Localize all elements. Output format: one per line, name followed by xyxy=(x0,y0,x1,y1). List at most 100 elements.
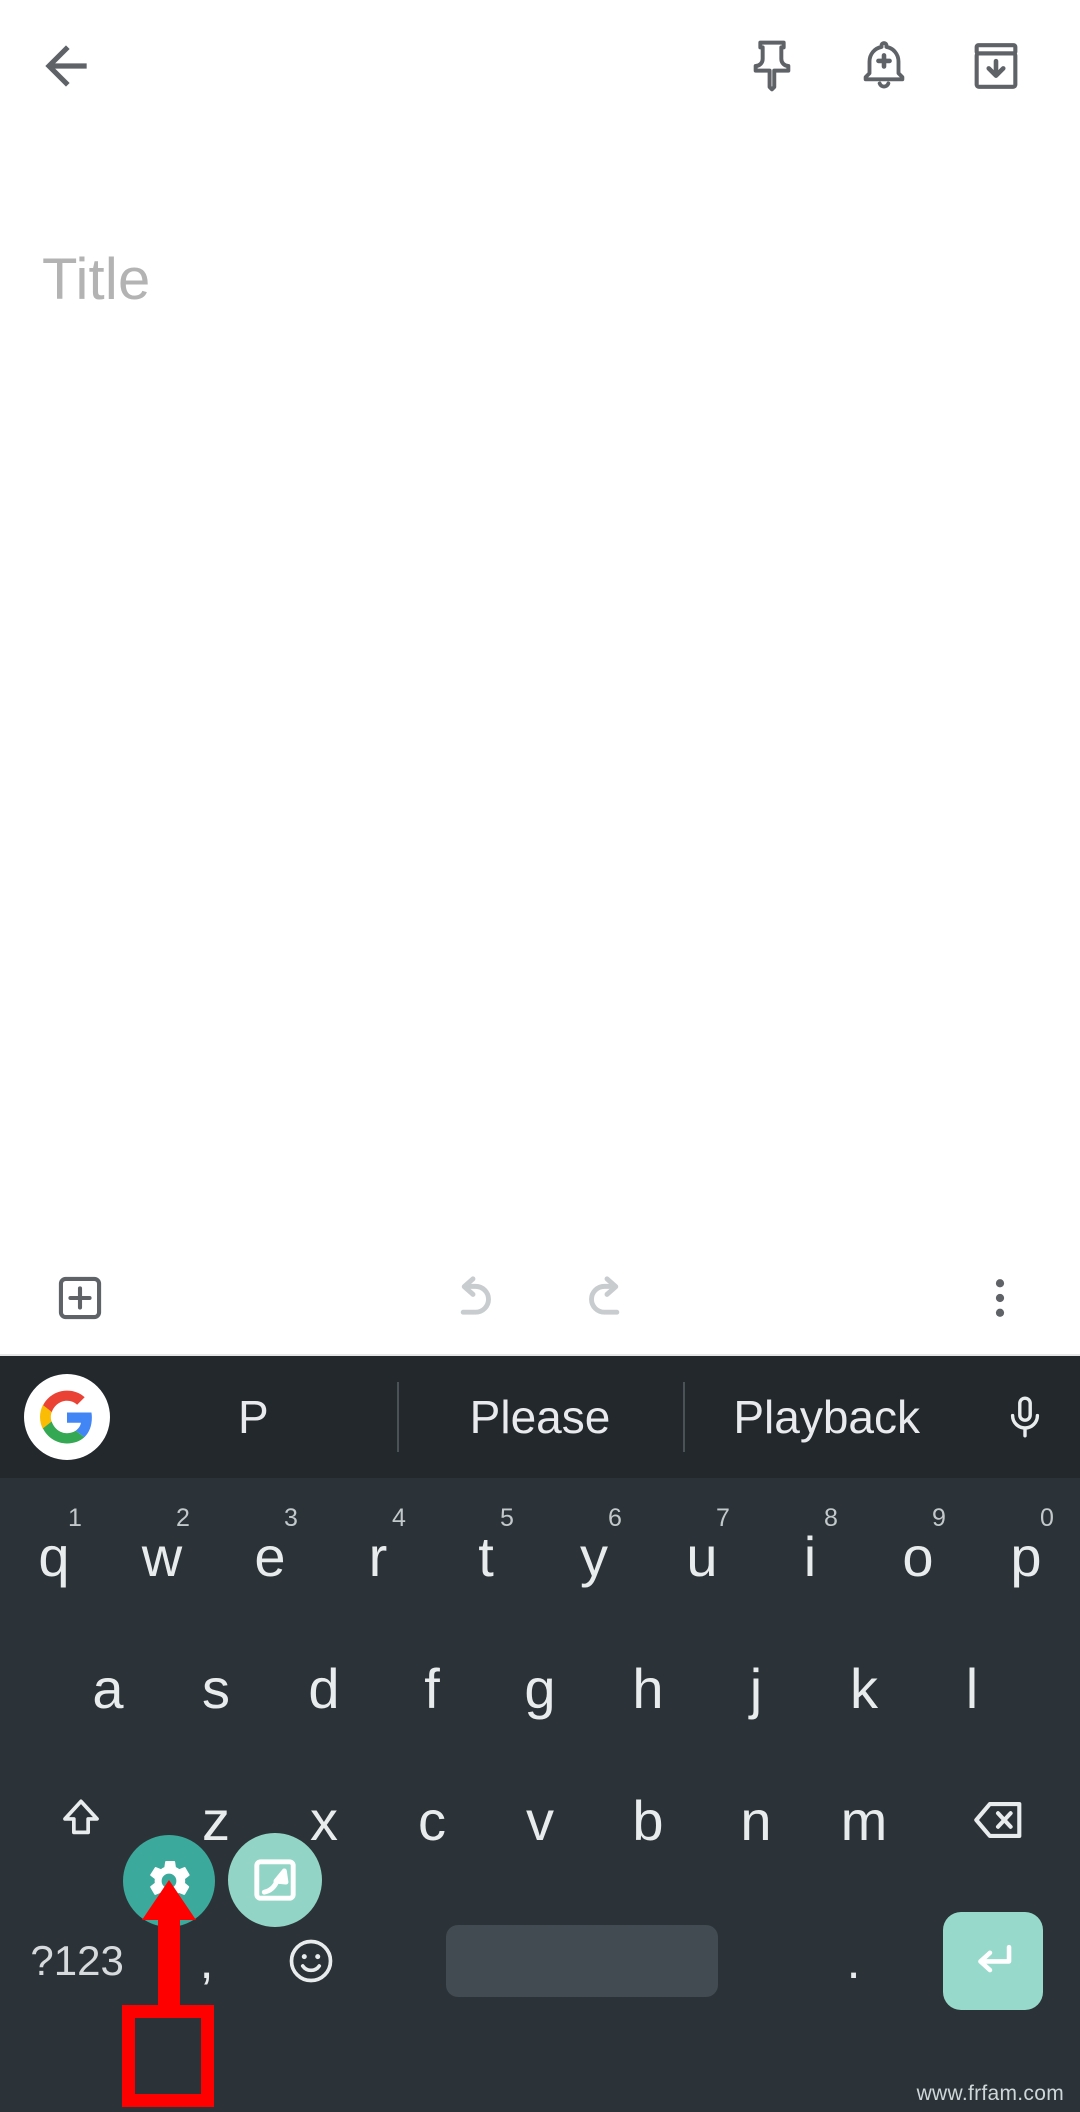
add-alert-icon xyxy=(863,41,905,89)
key-period[interactable]: . xyxy=(801,1895,906,2027)
key-label-f: f xyxy=(424,1656,440,1720)
key-hint-o: 9 xyxy=(932,1504,946,1532)
key-hint-w: 2 xyxy=(176,1504,190,1532)
key-g[interactable]: g xyxy=(486,1622,594,1754)
key-l[interactable]: l xyxy=(918,1622,1026,1754)
key-label-s: s xyxy=(202,1656,230,1720)
key-label-w: w xyxy=(141,1524,183,1588)
key-label-j: j xyxy=(749,1656,763,1720)
undo-redo-group xyxy=(160,1267,920,1329)
undo-button[interactable] xyxy=(442,1267,504,1329)
more-options-button[interactable] xyxy=(920,1272,1080,1324)
key-label-i: i xyxy=(803,1524,817,1588)
undo-icon xyxy=(460,1275,491,1315)
key-n[interactable]: n xyxy=(702,1754,810,1886)
voice-input-button[interactable] xyxy=(970,1356,1080,1478)
key-label-n: n xyxy=(740,1788,772,1852)
suggestion-chip-1[interactable]: P xyxy=(110,1356,397,1478)
key-backspace[interactable] xyxy=(918,1754,1080,1886)
key-hint-r: 4 xyxy=(392,1504,406,1532)
suggestion-bar: P Please Playback xyxy=(0,1356,1080,1478)
glide-typing-icon xyxy=(254,1859,296,1901)
key-q[interactable]: 1 q xyxy=(0,1490,108,1622)
key-p[interactable]: 0 p xyxy=(972,1490,1080,1622)
note-title-input[interactable]: Title xyxy=(42,248,150,312)
pin-button[interactable] xyxy=(716,0,828,132)
key-label-t: t xyxy=(478,1524,494,1588)
suggestion-chip-2[interactable]: Please xyxy=(396,1356,684,1478)
redo-icon xyxy=(589,1275,620,1315)
pin-icon xyxy=(753,40,791,92)
key-label-h: h xyxy=(632,1656,664,1720)
key-o[interactable]: 9 o xyxy=(864,1490,972,1622)
emoji-smiley-icon xyxy=(289,1939,333,1983)
key-s[interactable]: s xyxy=(162,1622,270,1754)
key-hint-t: 5 xyxy=(500,1504,514,1532)
more-vert-icon xyxy=(995,1278,1005,1317)
key-label-d: d xyxy=(308,1656,340,1720)
key-i[interactable]: 8 i xyxy=(756,1490,864,1622)
key-j[interactable]: j xyxy=(702,1622,810,1754)
key-label-symbols: ?123 xyxy=(30,1937,124,1984)
key-label-r: r xyxy=(368,1524,388,1588)
key-b[interactable]: b xyxy=(594,1754,702,1886)
key-u[interactable]: 7 u xyxy=(648,1490,756,1622)
key-label-g: g xyxy=(524,1656,556,1720)
key-label-b: b xyxy=(632,1788,664,1852)
key-enter[interactable] xyxy=(906,1895,1080,2027)
key-label-m: m xyxy=(840,1788,888,1852)
key-hint-i: 8 xyxy=(824,1504,838,1532)
note-bottom-toolbar xyxy=(0,1240,1080,1355)
glide-typing-highlight[interactable] xyxy=(228,1833,322,1927)
key-label-y: y xyxy=(580,1524,608,1588)
key-v[interactable]: v xyxy=(486,1754,594,1886)
key-hint-e: 3 xyxy=(284,1504,298,1532)
google-g-logo-icon xyxy=(40,1390,92,1444)
key-hint-y: 6 xyxy=(608,1504,622,1532)
enter-arrow-icon xyxy=(978,1944,1012,1973)
key-a[interactable]: a xyxy=(54,1622,162,1754)
key-r[interactable]: 4 r xyxy=(324,1490,432,1622)
add-box-icon xyxy=(58,1276,102,1319)
key-w[interactable]: 2 w xyxy=(108,1490,216,1622)
key-c[interactable]: c xyxy=(378,1754,486,1886)
key-label-u: u xyxy=(686,1524,718,1588)
key-k[interactable]: k xyxy=(810,1622,918,1754)
archive-button[interactable] xyxy=(940,0,1052,132)
key-m[interactable]: m xyxy=(810,1754,918,1886)
reminder-button[interactable] xyxy=(828,0,940,132)
suggestion-list: P Please Playback xyxy=(110,1356,970,1478)
key-e[interactable]: 3 e xyxy=(216,1490,324,1622)
site-watermark: www.frfam.com xyxy=(916,2082,1064,2105)
back-arrow-icon xyxy=(45,45,87,87)
pointer-arrow xyxy=(142,1880,196,2012)
key-label-p: p xyxy=(1010,1524,1042,1588)
key-space[interactable] xyxy=(363,1895,801,2027)
key-label-q: q xyxy=(38,1524,70,1588)
suggestion-chip-3[interactable]: Playback xyxy=(683,1356,970,1478)
key-f[interactable]: f xyxy=(378,1622,486,1754)
key-label-comma: , xyxy=(199,1933,214,1989)
key-label-x: x xyxy=(310,1788,338,1852)
key-hint-p: 0 xyxy=(1040,1504,1054,1532)
note-top-toolbar xyxy=(0,0,1080,132)
google-logo-button[interactable] xyxy=(24,1374,110,1460)
screen-root: Title P Please Playback 1 q 2 w 3 e 4 r … xyxy=(0,0,1080,2112)
back-button[interactable] xyxy=(0,0,132,132)
key-label-k: k xyxy=(850,1656,878,1720)
key-t[interactable]: 5 t xyxy=(432,1490,540,1622)
key-label-period: . xyxy=(846,1933,861,1989)
comma-key-highlight-rect xyxy=(122,2005,214,2107)
redo-button[interactable] xyxy=(576,1267,638,1329)
key-h[interactable]: h xyxy=(594,1622,702,1754)
add-button[interactable] xyxy=(0,1272,160,1324)
spacebar-surface xyxy=(446,1925,719,1997)
keyboard-row-2: a s d f g h j k l xyxy=(0,1622,1080,1754)
key-label-o: o xyxy=(902,1524,934,1588)
enter-key-surface xyxy=(942,1912,1043,2010)
key-label-a: a xyxy=(92,1656,124,1720)
key-y[interactable]: 6 y xyxy=(540,1490,648,1622)
key-d[interactable]: d xyxy=(270,1622,378,1754)
key-label-c: c xyxy=(418,1788,446,1852)
key-label-v: v xyxy=(526,1788,554,1852)
